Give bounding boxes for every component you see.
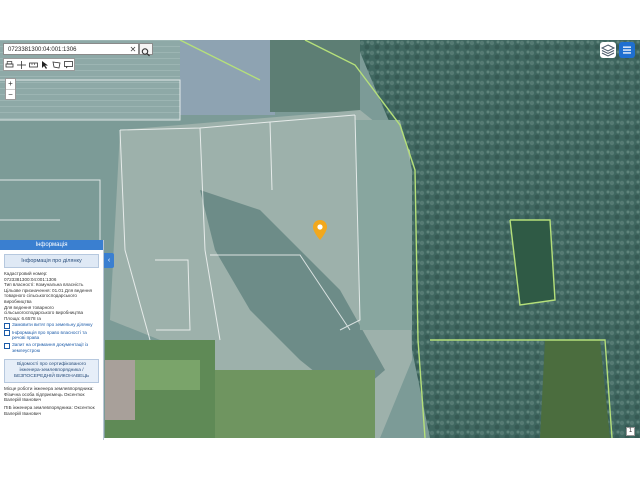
- print-button[interactable]: [4, 59, 16, 70]
- engineer-workplace: Місце роботи інженера землевпорядника: Ф…: [4, 386, 94, 403]
- comment-icon: [63, 60, 73, 68]
- zoom-control: + −: [5, 78, 16, 100]
- comment-button[interactable]: [62, 59, 74, 70]
- layers-button[interactable]: [600, 42, 616, 58]
- documentation-request-label: Запит на отримання документації із земле…: [12, 342, 89, 353]
- documentation-request-link[interactable]: Запит на отримання документації із земле…: [4, 342, 99, 353]
- purpose: Цільове призначення: 01.01 Для ведення т…: [4, 287, 93, 304]
- close-icon[interactable]: ✕: [128, 44, 138, 55]
- area: Площа: 6.6578 га: [4, 315, 41, 321]
- info-icon: [4, 330, 10, 337]
- magnifier-icon: [141, 48, 150, 57]
- search-button[interactable]: [139, 43, 153, 57]
- info-panel-header: Інформація: [0, 240, 103, 250]
- measure-button[interactable]: [27, 59, 39, 70]
- document-icon: [4, 322, 10, 329]
- fullscreen-button[interactable]: 1: [626, 427, 635, 436]
- document-icon: [4, 342, 10, 349]
- crosshair-icon: [17, 60, 26, 69]
- coordinates-button[interactable]: [16, 59, 28, 70]
- zoom-out-button[interactable]: −: [6, 89, 15, 100]
- collapse-panel-button[interactable]: ‹: [104, 253, 114, 268]
- search-input[interactable]: 0723381300:04:001:1306: [3, 43, 139, 55]
- cursor-icon: [41, 60, 48, 69]
- area-button[interactable]: [51, 59, 63, 70]
- order-extract-label: Замовити витяг про земельну ділянку: [12, 322, 93, 328]
- menu-button[interactable]: [619, 42, 635, 58]
- hamburger-icon: [623, 46, 631, 54]
- ownership-info-link[interactable]: Інформація про право власності та речові…: [4, 330, 99, 341]
- print-icon: [5, 60, 14, 67]
- engineer-name: ПІБ інженера землевпорядника: Оксентюк В…: [4, 405, 95, 416]
- purpose-detail: Для ведення товарного сільськогосподарсь…: [4, 304, 84, 316]
- parcel-info-title: Інформація про ділянку: [4, 254, 99, 268]
- layers-icon: [600, 44, 616, 57]
- map-toolbar: [3, 58, 75, 71]
- order-extract-link[interactable]: Замовити витяг про земельну ділянку: [4, 322, 99, 329]
- polygon-icon: [52, 61, 61, 68]
- engineer-section-title: Відомості про сертифікованого інженера-з…: [4, 359, 99, 384]
- ruler-icon: [28, 62, 38, 67]
- select-button[interactable]: [39, 59, 51, 70]
- info-panel: Інформація Інформація про ділянку Кадаст…: [0, 240, 104, 440]
- ownership-info-label: Інформація про право власності та речові…: [12, 329, 87, 341]
- zoom-in-button[interactable]: +: [6, 79, 15, 89]
- map-pin-icon[interactable]: [313, 220, 327, 240]
